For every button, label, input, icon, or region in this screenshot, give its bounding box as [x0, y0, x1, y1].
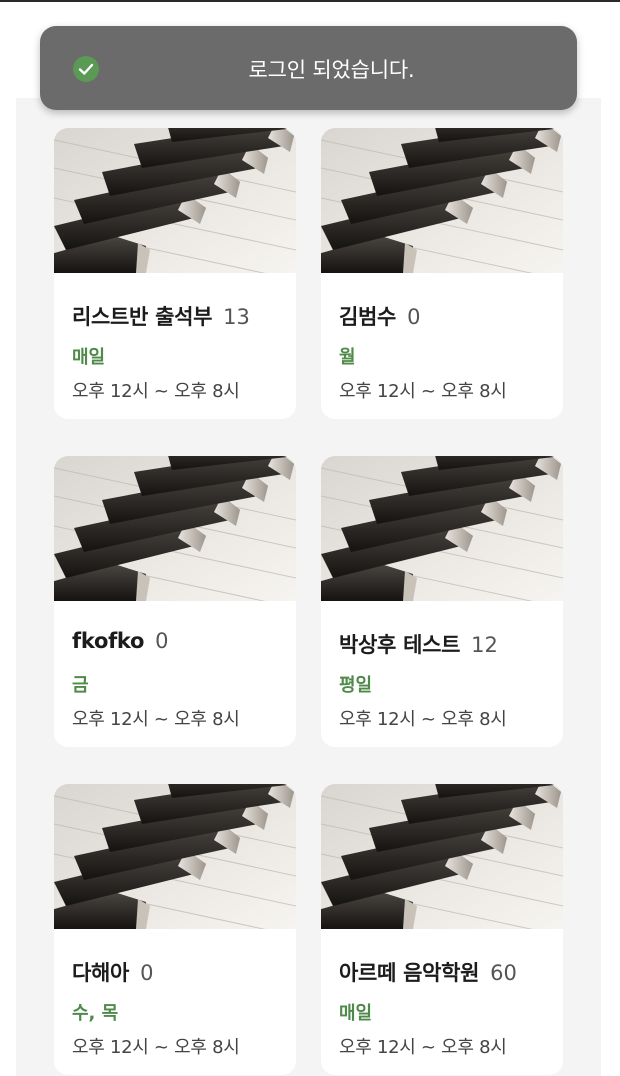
piano-keys-image — [321, 784, 563, 929]
class-title: fkofko — [72, 629, 145, 653]
login-toast[interactable]: 로그인 되었습니다. — [40, 26, 577, 110]
class-time: 오후 12시 ~ 오후 8시 — [72, 709, 240, 730]
class-time: 오후 12시 ~ 오후 8시 — [72, 381, 240, 402]
class-card[interactable]: 김범수 0 월 오후 12시 ~ 오후 8시 — [321, 128, 563, 419]
class-days: 수, 목 — [72, 1003, 119, 1024]
student-count: 0 — [140, 961, 154, 985]
class-card[interactable]: 박상후 테스트 12 평일 오후 12시 ~ 오후 8시 — [321, 456, 563, 747]
piano-keys-image — [321, 128, 563, 273]
class-title: 리스트반 출석부 — [72, 305, 213, 329]
class-time: 오후 12시 ~ 오후 8시 — [339, 1037, 507, 1058]
class-time: 오후 12시 ~ 오후 8시 — [339, 381, 507, 402]
class-days: 월 — [339, 347, 356, 368]
class-title: 김범수 — [339, 305, 397, 329]
piano-keys-image — [54, 456, 296, 601]
class-time: 오후 12시 ~ 오후 8시 — [339, 709, 507, 730]
class-card[interactable]: fkofko 0 금 오후 12시 ~ 오후 8시 — [54, 456, 296, 747]
page: 리스트반 출석부 13 매일 오후 12시 ~ 오후 8시 김범수 0 월 오후… — [0, 0, 620, 1076]
class-days: 매일 — [72, 347, 106, 368]
class-card[interactable]: 아르떼 음악학원 60 매일 오후 12시 ~ 오후 8시 — [321, 784, 563, 1075]
class-title: 박상후 테스트 — [339, 633, 461, 657]
piano-keys-image — [54, 128, 296, 273]
class-card[interactable]: 다해아 0 수, 목 오후 12시 ~ 오후 8시 — [54, 784, 296, 1075]
student-count: 0 — [407, 305, 421, 329]
student-count: 60 — [490, 961, 517, 985]
student-count: 0 — [155, 629, 169, 653]
student-count: 12 — [471, 633, 498, 657]
class-title: 아르떼 음악학원 — [339, 961, 480, 985]
class-card-grid: 리스트반 출석부 13 매일 오후 12시 ~ 오후 8시 김범수 0 월 오후… — [54, 128, 564, 1075]
class-days: 평일 — [339, 675, 373, 696]
top-border — [0, 0, 620, 2]
student-count: 13 — [223, 305, 250, 329]
class-card[interactable]: 리스트반 출석부 13 매일 오후 12시 ~ 오후 8시 — [54, 128, 296, 419]
class-days: 매일 — [339, 1003, 373, 1024]
piano-keys-image — [54, 784, 296, 929]
class-title: 다해아 — [72, 961, 130, 985]
class-days: 금 — [72, 675, 89, 696]
class-time: 오후 12시 ~ 오후 8시 — [72, 1037, 240, 1058]
toast-message: 로그인 되었습니다. — [248, 58, 415, 82]
piano-keys-image — [321, 456, 563, 601]
